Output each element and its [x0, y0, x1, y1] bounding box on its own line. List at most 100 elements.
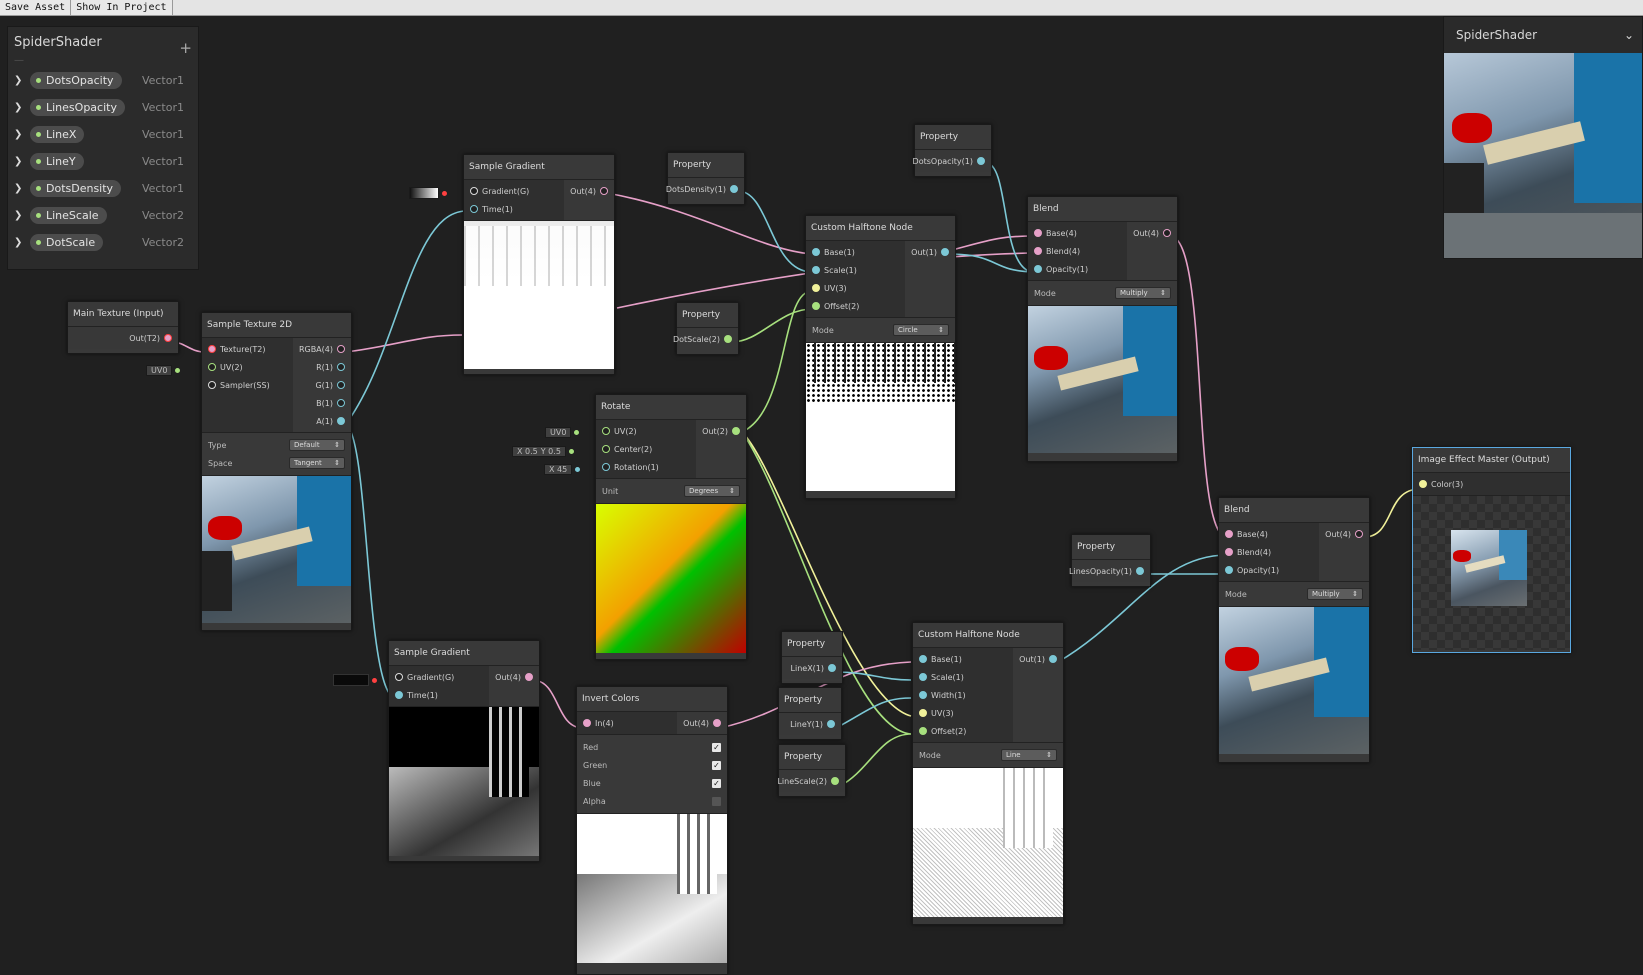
- input-port[interactable]: [919, 727, 927, 735]
- input-port[interactable]: [919, 655, 927, 663]
- output-port[interactable]: [337, 363, 345, 371]
- input-port[interactable]: [1225, 566, 1233, 574]
- output-port[interactable]: [828, 664, 836, 672]
- input-port[interactable]: [602, 445, 610, 453]
- space-dropdown[interactable]: Tangent: [289, 457, 345, 469]
- property-pill[interactable]: LineY: [30, 153, 84, 170]
- mode-dropdown[interactable]: Multiply: [1307, 588, 1363, 600]
- input-port[interactable]: [395, 691, 403, 699]
- input-port[interactable]: [395, 673, 403, 681]
- chevron-right-icon[interactable]: ❯: [14, 183, 30, 194]
- unit-dropdown[interactable]: Degrees: [684, 485, 740, 497]
- custom-halftone-node-circle[interactable]: Custom Halftone Node Base(1) Scale(1) UV…: [805, 215, 956, 499]
- channel-checkbox[interactable]: ✓: [712, 778, 721, 788]
- output-port[interactable]: [337, 381, 345, 389]
- property-pill[interactable]: DotScale: [30, 234, 104, 251]
- input-port[interactable]: [470, 187, 478, 195]
- rotate-node[interactable]: Rotate UV(2) Center(2) Rotation(1) Out(2…: [595, 394, 747, 660]
- center-x-field[interactable]: X 0.5: [517, 447, 538, 456]
- input-port[interactable]: [919, 691, 927, 699]
- chevron-right-icon[interactable]: ❯: [14, 102, 30, 113]
- blackboard-property-row[interactable]: ❯ LinesOpacity Vector1: [8, 94, 198, 121]
- save-asset-button[interactable]: Save Asset: [0, 0, 72, 15]
- blackboard-property-row[interactable]: ❯ DotsOpacity Vector1: [8, 67, 198, 94]
- chevron-right-icon[interactable]: ❯: [14, 237, 30, 248]
- blackboard-property-row[interactable]: ❯ LineY Vector1: [8, 148, 198, 175]
- show-in-project-button[interactable]: Show In Project: [71, 0, 173, 15]
- uv-channel-dropdown[interactable]: UV0: [545, 427, 572, 438]
- property-pill[interactable]: LineScale: [30, 207, 107, 224]
- output-port[interactable]: [732, 427, 740, 435]
- chevron-right-icon[interactable]: ❯: [14, 75, 30, 86]
- blackboard-property-row[interactable]: ❯ LineX Vector1: [8, 121, 198, 148]
- property-dotscale-node[interactable]: Property DotScale(2): [673, 302, 739, 355]
- output-port[interactable]: [337, 399, 345, 407]
- property-dotsdensity-node[interactable]: Property DotsDensity(1): [666, 152, 745, 205]
- output-port[interactable]: [1136, 567, 1144, 575]
- input-port[interactable]: [919, 673, 927, 681]
- chevron-right-icon[interactable]: ❯: [14, 156, 30, 167]
- input-port[interactable]: [208, 345, 216, 353]
- output-port[interactable]: [600, 187, 608, 195]
- input-port[interactable]: [919, 709, 927, 717]
- output-port[interactable]: [713, 719, 721, 727]
- output-port[interactable]: [831, 777, 839, 785]
- property-pill[interactable]: LineX: [30, 126, 85, 143]
- output-port[interactable]: [1049, 655, 1057, 663]
- blackboard-property-row[interactable]: ❯ DotScale Vector2: [8, 229, 198, 256]
- channel-checkbox[interactable]: [712, 796, 721, 806]
- output-port[interactable]: [337, 345, 345, 353]
- mode-dropdown[interactable]: Line: [1001, 749, 1057, 761]
- output-port[interactable]: [1355, 530, 1363, 538]
- output-port[interactable]: [977, 157, 985, 165]
- property-linex-node[interactable]: Property LineX(1): [781, 631, 843, 684]
- uv-channel-dropdown[interactable]: UV0: [146, 365, 173, 376]
- blend-node-dots[interactable]: Blend Base(4) Blend(4) Opacity(1) Out(4)…: [1027, 196, 1178, 462]
- type-dropdown[interactable]: Default: [289, 439, 345, 451]
- gradient-inline-input[interactable]: [333, 674, 377, 686]
- sample-gradient-node[interactable]: Sample Gradient Gradient(G) Time(1) Out(…: [463, 154, 615, 375]
- output-port[interactable]: [164, 334, 172, 342]
- sample-texture-2d-node[interactable]: Sample Texture 2D Texture(T2) UV(2) Samp…: [201, 312, 352, 631]
- output-port[interactable]: [827, 720, 835, 728]
- property-dotsopacity-node[interactable]: Property DotsOpacity(1): [913, 124, 992, 177]
- output-port[interactable]: [1163, 229, 1171, 237]
- input-port[interactable]: [812, 266, 820, 274]
- output-port[interactable]: [730, 185, 738, 193]
- input-port[interactable]: [812, 248, 820, 256]
- invert-colors-node[interactable]: Invert Colors In(4) Out(4) Red ✓ Green ✓ Blu…: [576, 686, 728, 975]
- image-effect-master-node[interactable]: Image Effect Master (Output) Color(3): [1412, 447, 1571, 653]
- sample-gradient-node[interactable]: Sample Gradient Gradient(G) Time(1) Out(…: [388, 640, 540, 862]
- output-port[interactable]: [724, 335, 732, 343]
- chevron-right-icon[interactable]: ❯: [14, 129, 30, 140]
- output-port[interactable]: [525, 673, 533, 681]
- property-linescale-node[interactable]: Property LineScale(2): [777, 744, 846, 797]
- input-port[interactable]: [1034, 265, 1042, 273]
- input-port[interactable]: [1419, 480, 1427, 488]
- rotation-x-field[interactable]: X 45: [544, 464, 573, 475]
- blend-node-lines[interactable]: Blend Base(4) Blend(4) Opacity(1) Out(4)…: [1218, 497, 1370, 763]
- property-pill[interactable]: DotsOpacity: [30, 72, 122, 89]
- property-pill[interactable]: LinesOpacity: [30, 99, 125, 116]
- input-port[interactable]: [1034, 229, 1042, 237]
- custom-halftone-node-line[interactable]: Custom Halftone Node Base(1) Scale(1) Wi…: [912, 622, 1064, 925]
- rotate-rotation-inline[interactable]: X 45: [544, 464, 581, 475]
- input-port[interactable]: [812, 302, 820, 310]
- gradient-inline-input[interactable]: [409, 187, 447, 199]
- input-port[interactable]: [1034, 247, 1042, 255]
- blackboard-property-row[interactable]: ❯ LineScale Vector2: [8, 202, 198, 229]
- collapse-preview-toggle[interactable]: ⌄: [1624, 17, 1634, 53]
- main-texture-property-node[interactable]: Main Texture (Input) Out(T2): [67, 301, 179, 354]
- input-port[interactable]: [602, 463, 610, 471]
- chevron-right-icon[interactable]: ❯: [14, 210, 30, 221]
- blackboard-property-row[interactable]: ❯ DotsDensity Vector1: [8, 175, 198, 202]
- property-pill[interactable]: DotsDensity: [30, 180, 122, 197]
- rotate-uv-inline[interactable]: UV0: [545, 427, 580, 438]
- channel-checkbox[interactable]: ✓: [712, 742, 721, 752]
- input-port[interactable]: [208, 381, 216, 389]
- rotate-center-inline[interactable]: X 0.5 Y 0.5: [512, 446, 574, 457]
- property-liney-node[interactable]: Property LineY(1): [778, 687, 842, 740]
- input-port[interactable]: [470, 205, 478, 213]
- gradient-swatch[interactable]: [333, 674, 369, 686]
- input-port[interactable]: [812, 284, 820, 292]
